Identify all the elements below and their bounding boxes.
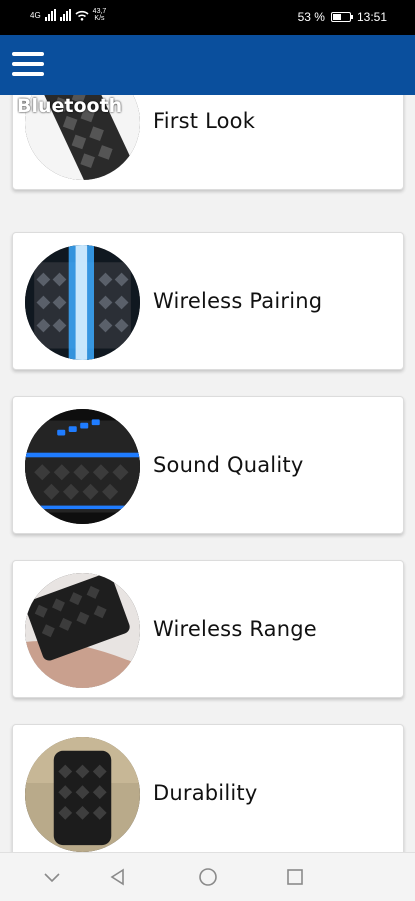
back-icon[interactable]: [108, 867, 128, 887]
home-icon[interactable]: [198, 867, 218, 887]
status-bar: 4G 43,7 K/s 53 % 13:51: [0, 0, 415, 35]
list-item-label: Sound Quality: [153, 453, 304, 477]
battery-percent: 53 %: [297, 10, 325, 24]
list-item-label: Wireless Pairing: [153, 289, 323, 313]
carrier-label: 4G: [30, 10, 41, 20]
battery-level-fill: [332, 14, 342, 20]
chevron-down-icon[interactable]: [42, 867, 62, 887]
list-item-durability[interactable]: Durability: [12, 724, 404, 852]
list-item-wireless-pairing[interactable]: Wireless Pairing: [12, 232, 404, 370]
wifi-icon: [75, 10, 89, 21]
hamburger-menu-icon[interactable]: [12, 52, 44, 78]
network-speed-unit: K/s: [94, 15, 105, 22]
clock: 13:51: [356, 10, 387, 24]
speaker-thumbnail: [25, 737, 140, 852]
thumbnail-overlay-text: Guide for Bluetooth: [17, 95, 123, 117]
system-nav-bar: [0, 852, 415, 901]
recents-icon[interactable]: [285, 867, 305, 887]
network-speed-value: 43,7: [92, 8, 107, 15]
network-speed: 43,7 K/s: [93, 8, 107, 22]
list-item-first-look[interactable]: Guide for Bluetooth First Look: [12, 95, 404, 190]
list-item-wireless-range[interactable]: Wireless Range: [12, 560, 404, 698]
list-item-label: Durability: [153, 781, 258, 805]
list-item-label: First Look: [153, 109, 256, 133]
status-left: 4G 43,7 K/s: [30, 8, 106, 22]
signal-icon: [44, 9, 56, 21]
speaker-thumbnail: [25, 409, 140, 524]
signal-icon-2: [59, 9, 71, 21]
app-bar: [0, 35, 415, 95]
battery-icon: [330, 12, 353, 22]
topic-list: Guide for Bluetooth First Look Wireless …: [0, 95, 415, 852]
speaker-thumbnail: [25, 573, 140, 688]
status-right: 53 % 13:51: [298, 10, 387, 24]
list-item-label: Wireless Range: [153, 617, 317, 641]
speaker-thumbnail: [25, 245, 140, 360]
list-item-sound-quality[interactable]: Sound Quality: [12, 396, 404, 534]
